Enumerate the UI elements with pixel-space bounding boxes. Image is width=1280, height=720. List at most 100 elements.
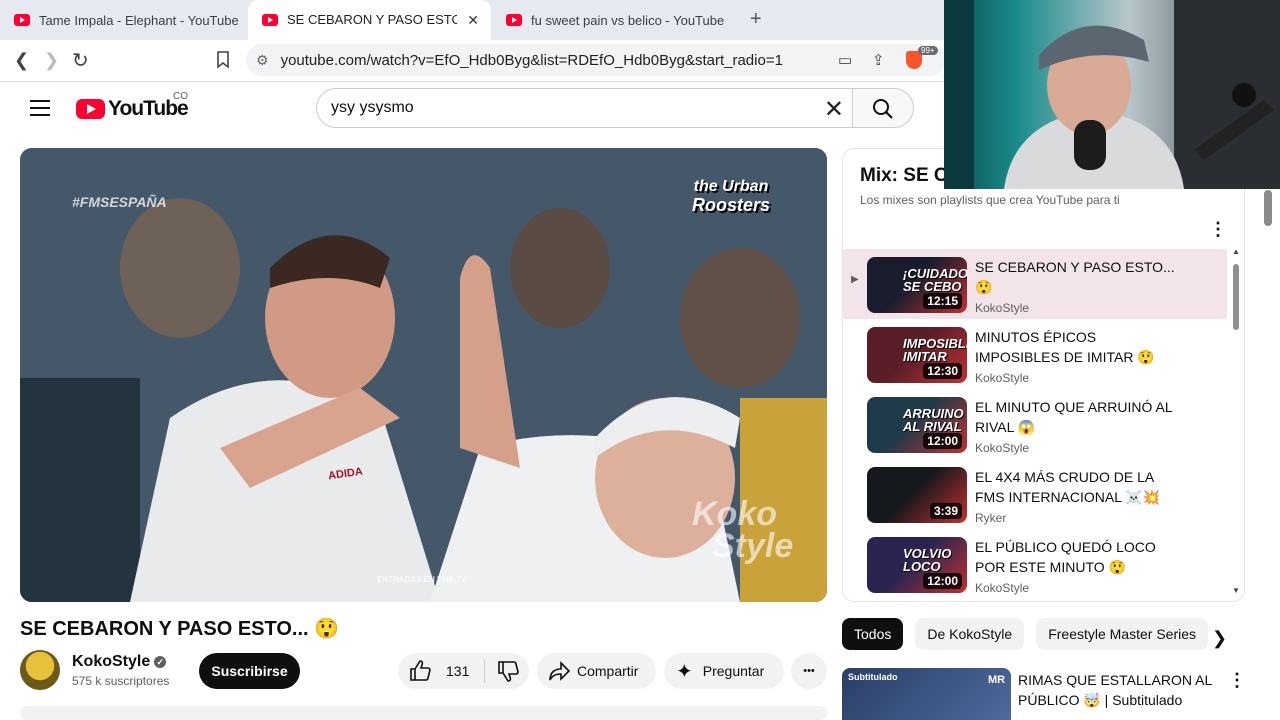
- region-code: CO: [173, 91, 188, 102]
- like-icon[interactable]: [408, 659, 432, 683]
- scroll-up-icon[interactable]: ▲: [1232, 247, 1240, 256]
- recommended-thumbnail[interactable]: Subtitulado MR: [842, 668, 1011, 720]
- url-text: youtube.com/watch?v=EfO_Hdb0Byg&list=RDE…: [280, 51, 783, 69]
- mix-item-title: EL MINUTO QUE ARRUINÓ AL RIVAL 😱: [975, 399, 1173, 435]
- tab-label: SE CEBARON Y PASO ESTO... 😲: [287, 12, 457, 27]
- share-button[interactable]: Compartir: [537, 653, 656, 689]
- chip-freestyle-master-series[interactable]: Freestyle Master Series: [1036, 618, 1209, 650]
- mix-item-channel: Ryker: [975, 511, 1007, 525]
- watermark-line2: Style: [712, 527, 794, 565]
- mix-menu-icon[interactable]: ⋮: [1209, 219, 1227, 240]
- youtube-logo[interactable]: YouTube CO: [76, 91, 189, 121]
- verified-icon: ✓: [154, 656, 167, 668]
- mix-item[interactable]: ARRUINO AL RIVAL 12:00 EL MINUTO QUE ARRUI…: [843, 389, 1227, 459]
- recommended-title: RIMAS QUE ESTALLARON AL PÚBLICO 🤯 | Subt…: [1018, 672, 1212, 708]
- kokostyle-watermark: Koko Style: [692, 495, 794, 565]
- mix-playlist-panel: Mix: SE C Los mixes son playlists que cr…: [842, 148, 1245, 602]
- mix-scroll-thumb[interactable]: [1233, 264, 1239, 330]
- thumb-overlay-text: VOLVIO LOCO: [903, 546, 952, 574]
- recommended-video[interactable]: Subtitulado MR RIMAS QUE ESTALLARON AL P…: [842, 668, 1246, 720]
- thumb-brand: MR: [988, 674, 1006, 686]
- search-icon: [873, 99, 893, 119]
- clear-search-icon[interactable]: ✕: [824, 95, 844, 124]
- youtube-favicon-icon: [262, 14, 278, 26]
- sparkle-icon: ✦: [676, 660, 693, 683]
- thumb-overlay-text: IMPOSIBLE IMITAR: [903, 336, 967, 364]
- search-button[interactable]: [852, 88, 914, 128]
- back-icon[interactable]: ❮: [14, 50, 29, 71]
- scroll-down-icon[interactable]: ▼: [1232, 586, 1240, 595]
- extension-badge: 99+: [918, 46, 938, 55]
- mix-item[interactable]: ▶ ¡CUIDADO! SE CEBO 12:15 SE CEBARON Y PASO…: [843, 249, 1227, 319]
- channel-name-text: KokoStyle: [72, 653, 151, 670]
- bookmark-icon[interactable]: [216, 51, 230, 69]
- new-tab-button[interactable]: +: [750, 8, 762, 31]
- forward-icon[interactable]: ❯: [44, 50, 59, 71]
- duration-badge: 12:00: [923, 433, 962, 449]
- webcam-overlay: [944, 0, 1280, 189]
- chips-next-icon[interactable]: ❯: [1212, 628, 1227, 649]
- more-actions-button[interactable]: •••: [791, 653, 827, 689]
- mix-subtitle: Los mixes son playlists que crea YouTube…: [860, 193, 1120, 207]
- like-count: 131: [446, 663, 470, 679]
- menu-icon[interactable]: [30, 100, 50, 116]
- cast-icon[interactable]: ▭: [838, 51, 852, 69]
- mix-item-title: EL PÚBLICO QUEDÓ LOCO POR ESTE MINUTO 😲: [975, 539, 1156, 575]
- duration-badge: 3:39: [929, 503, 962, 519]
- url-field[interactable]: ⚙ youtube.com/watch?v=EfO_Hdb0Byg&list=R…: [246, 44, 946, 76]
- browser-tab-3[interactable]: fu sweet pain vs belico - YouTube: [492, 0, 742, 40]
- youtube-favicon-icon: [506, 14, 522, 26]
- video-player[interactable]: #FMSESPAÑA the Urban Roosters ADIDA Koko…: [20, 148, 827, 602]
- mix-item-thumbnail[interactable]: IMPOSIBLE IMITAR12:30: [867, 327, 967, 383]
- channel-name[interactable]: KokoStyle ✓: [72, 653, 167, 671]
- fms-tv-caption: ENTRADAS EN FMS.TV: [377, 575, 467, 584]
- mix-item[interactable]: IMPOSIBLE IMITAR12:30MINUTOS ÉPICOS IMPO…: [843, 319, 1227, 389]
- now-playing-icon: ▶: [851, 274, 859, 285]
- urban-roosters-line1: the Urban: [693, 178, 769, 195]
- thumb-overlay-text: ARRUINO AL RIVAL: [903, 406, 964, 434]
- tab-label: fu sweet pain vs belico - YouTube: [531, 12, 725, 28]
- video-title: SE CEBARON Y PASO ESTO... 😲: [20, 618, 340, 640]
- mix-item[interactable]: VOLVIO LOCO 12:00 EL PÚBLICO QUEDÓ LOCO PO…: [843, 529, 1227, 599]
- search-input[interactable]: ysy ysysmo ✕: [316, 88, 852, 128]
- mix-item-title: EL 4X4 MÁS CRUDO DE LA FMS INTERNACIONAL…: [975, 469, 1161, 505]
- mix-scrollbar[interactable]: ▲ ▼: [1232, 247, 1240, 595]
- subscribe-button[interactable]: Suscribirse: [199, 653, 300, 689]
- duration-badge: 12:30: [923, 363, 962, 379]
- watermark-line1: Koko: [692, 495, 777, 533]
- tab-label: Tame Impala - Elephant - YouTube: [39, 12, 239, 28]
- ask-button[interactable]: ✦ Preguntar: [664, 653, 784, 689]
- dislike-icon[interactable]: [496, 659, 520, 683]
- channel-avatar[interactable]: [20, 650, 60, 690]
- like-divider: [484, 659, 486, 683]
- mix-item-channel: KokoStyle: [975, 581, 1030, 595]
- mix-item-thumbnail[interactable]: VOLVIO LOCO 12:00: [867, 537, 967, 593]
- duration-badge: 12:15: [923, 293, 962, 309]
- description-box[interactable]: [20, 706, 827, 720]
- thumb-label: Subtitulado: [848, 672, 898, 682]
- recommended-menu-icon[interactable]: ⋮: [1228, 670, 1246, 691]
- close-tab-icon[interactable]: ✕: [467, 12, 479, 29]
- webcam-image: [944, 0, 1280, 189]
- mix-item-thumbnail[interactable]: ARRUINO AL RIVAL 12:00: [867, 397, 967, 453]
- reload-icon[interactable]: ↻: [72, 48, 89, 73]
- urban-roosters-line2: Roosters: [692, 195, 771, 215]
- mix-item-channel: KokoStyle: [975, 301, 1030, 315]
- browser-tab-1[interactable]: Tame Impala - Elephant - YouTube: [0, 0, 245, 40]
- subscriber-count: 575 k suscriptores: [72, 674, 170, 688]
- chip-todos[interactable]: Todos: [842, 618, 904, 650]
- mix-item-thumbnail[interactable]: 3:39: [867, 467, 967, 523]
- mix-item-title: MINUTOS ÉPICOS IMPOSIBLES DE IMITAR 😲: [975, 329, 1155, 365]
- page-scrollbar-thumb[interactable]: [1264, 190, 1272, 226]
- site-info-icon[interactable]: ⚙: [256, 52, 269, 69]
- browser-tab-2[interactable]: SE CEBARON Y PASO ESTO... 😲 ✕: [248, 0, 491, 40]
- share-arrow-icon: [549, 661, 571, 681]
- share-icon[interactable]: ⇪: [872, 51, 885, 69]
- duration-badge: 12:00: [923, 573, 962, 589]
- youtube-play-icon: [76, 99, 105, 119]
- mix-item-thumbnail[interactable]: ¡CUIDADO! SE CEBO 12:15: [867, 257, 967, 313]
- chip-de-kokostyle[interactable]: De KokoStyle: [915, 618, 1025, 650]
- search-value: ysy ysysmo: [331, 99, 414, 116]
- mix-item[interactable]: 3:39 EL 4X4 MÁS CRUDO DE LA FMS INTERNACI…: [843, 459, 1227, 529]
- mix-item-channel: KokoStyle: [975, 441, 1030, 455]
